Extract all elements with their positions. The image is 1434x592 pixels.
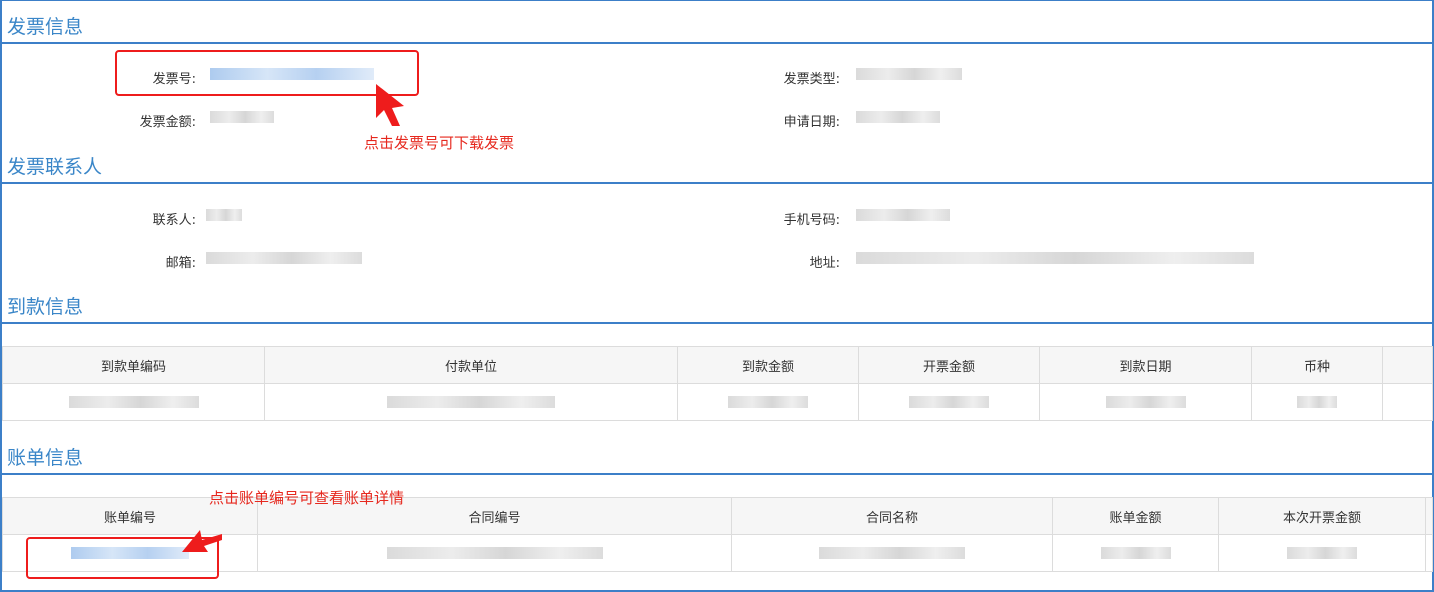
phone-masked: [856, 208, 950, 221]
empty-cell: [1382, 383, 1433, 421]
apply-date-masked: [856, 110, 940, 123]
received-date-cell: [1039, 383, 1252, 421]
col-contract-name: 合同名称: [731, 497, 1053, 535]
masked-value: [1100, 547, 1171, 559]
bill-section-header: 账单信息: [2, 433, 1432, 475]
contract-name-cell: [731, 534, 1053, 572]
bill-section-title: 账单信息: [7, 447, 84, 469]
invoice-section-header: 发票信息: [2, 2, 1432, 44]
phone-value: [856, 207, 950, 222]
invoiced-amount-cell: [858, 383, 1040, 421]
payer-cell: [264, 383, 678, 421]
invoice-type-label: 发票类型:: [783, 72, 840, 87]
col-empty: [1382, 346, 1433, 384]
col-payer: 付款单位: [264, 346, 678, 384]
contact-person-masked: [206, 208, 242, 221]
masked-value: [1105, 396, 1186, 408]
apply-date-value: [856, 109, 940, 124]
invoice-section-title: 发票信息: [7, 16, 84, 38]
col-payment-code: 到款单编码: [2, 346, 265, 384]
invoice-amount-label: 发票金额:: [139, 115, 196, 130]
masked-value: [728, 396, 808, 408]
invoice-type-masked: [856, 67, 962, 80]
email-masked: [206, 251, 362, 264]
address-value: [856, 250, 1254, 265]
contact-person-value: [206, 207, 242, 222]
masked-value: [386, 547, 603, 559]
payment-table-header: 到款单编码 付款单位 到款金额 开票金额 到款日期 币种: [2, 346, 1433, 384]
payment-code-cell: [2, 383, 265, 421]
col-received-date: 到款日期: [1039, 346, 1252, 384]
masked-value: [387, 396, 555, 408]
currency-cell: [1251, 383, 1383, 421]
masked-value: [819, 547, 965, 559]
masked-value: [909, 396, 989, 408]
col-empty: [1425, 497, 1433, 535]
masked-value: [1287, 547, 1357, 559]
address-label: 地址:: [809, 256, 840, 271]
invoice-arrow-icon: [376, 84, 404, 126]
masked-value: [1297, 396, 1337, 408]
received-amount-cell: [677, 383, 859, 421]
phone-label: 手机号码:: [783, 213, 840, 228]
col-bill-amount: 账单金额: [1052, 497, 1219, 535]
bill-detail-annotation: 点击账单编号可查看账单详情: [209, 489, 405, 507]
invoice-amount-value: [210, 109, 274, 124]
contact-section-title: 发票联系人: [7, 156, 103, 178]
payment-table: 到款单编码 付款单位 到款金额 开票金额 到款日期 币种: [2, 346, 1433, 421]
apply-date-label: 申请日期:: [783, 115, 840, 130]
invoice-type-value: [856, 66, 962, 81]
email-value: [206, 250, 362, 265]
contract-no-cell: [257, 534, 732, 572]
this-invoice-amount-cell: [1218, 534, 1426, 572]
contact-person-label: 联系人:: [152, 213, 196, 228]
payment-section-title: 到款信息: [7, 296, 84, 318]
empty-cell: [1425, 534, 1433, 572]
col-received-amount: 到款金额: [677, 346, 859, 384]
bill-arrow-icon: [182, 530, 222, 552]
col-this-invoice-amount: 本次开票金额: [1218, 497, 1426, 535]
bill-amount-cell: [1052, 534, 1219, 572]
contact-section-header: 发票联系人: [2, 142, 1432, 184]
masked-value: [68, 396, 199, 408]
table-row: [2, 383, 1433, 421]
address-masked: [856, 251, 1254, 264]
col-currency: 币种: [1251, 346, 1383, 384]
col-invoiced-amount: 开票金额: [858, 346, 1040, 384]
email-label: 邮箱:: [165, 256, 196, 271]
invoice-amount-masked: [210, 110, 274, 123]
payment-section-header: 到款信息: [2, 282, 1432, 324]
